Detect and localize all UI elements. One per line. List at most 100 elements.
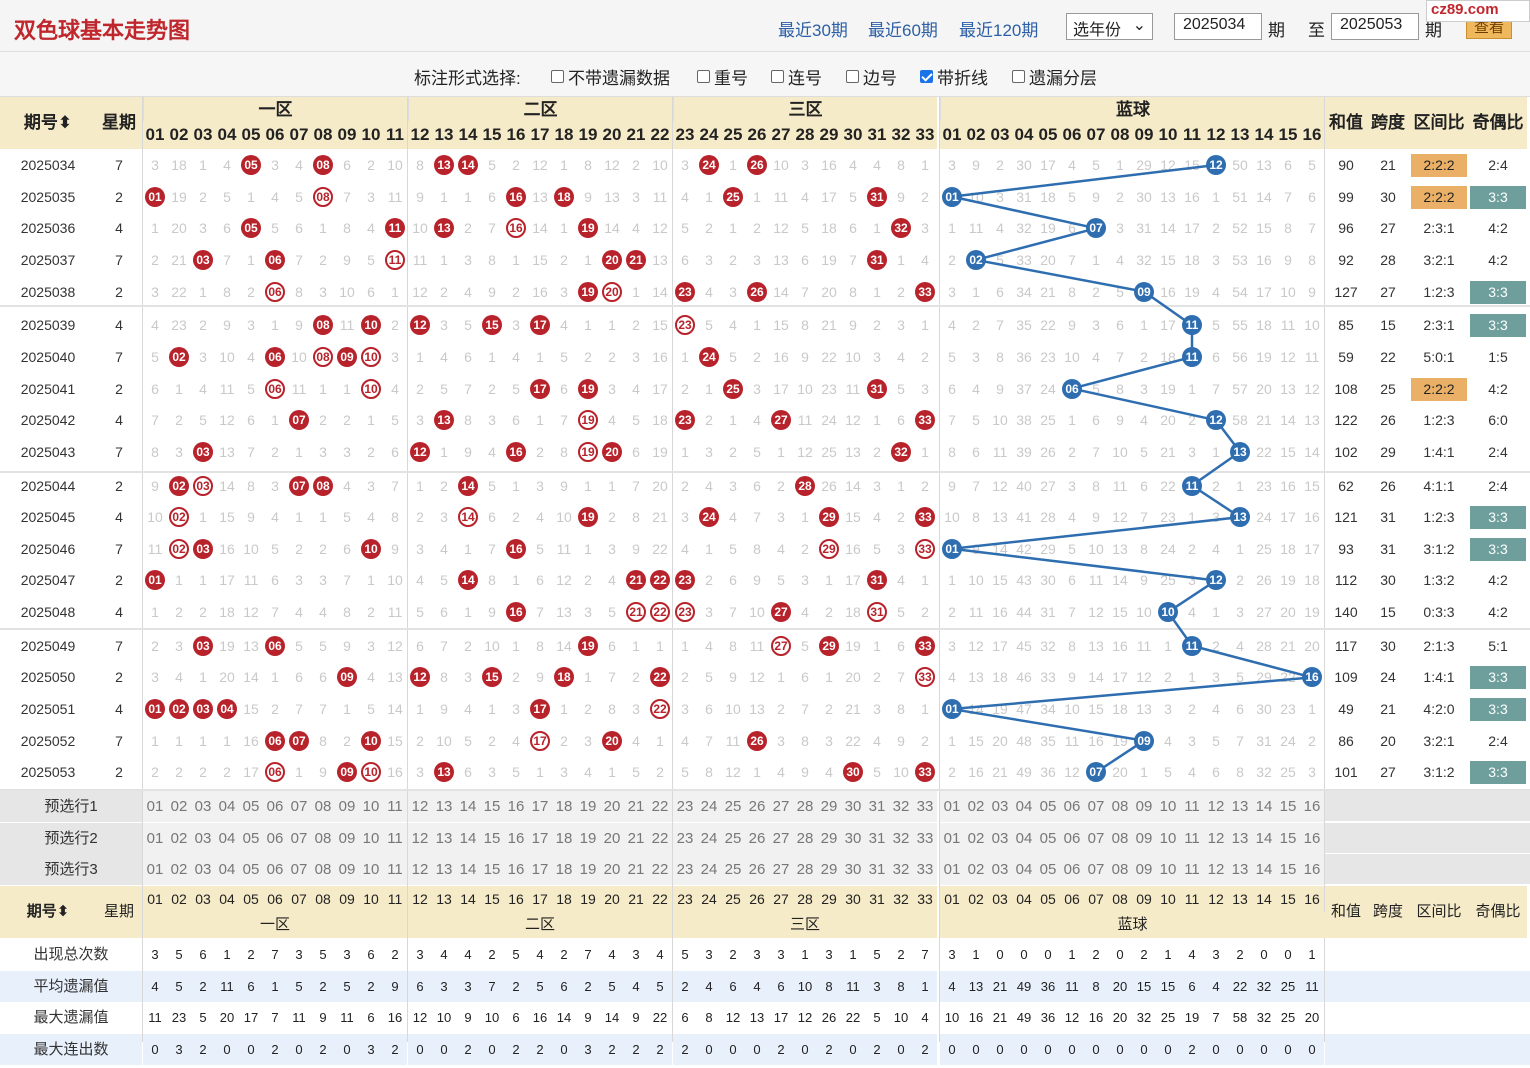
preselect-number[interactable]: 01 [940,791,964,822]
preselect-number[interactable]: 05 [1036,822,1060,854]
preselect-number[interactable]: 07 [287,854,311,885]
issue-header[interactable]: 期号⬍ [0,97,96,149]
preselect-number[interactable]: 16 [504,791,528,822]
preselect-number[interactable]: 30 [841,791,865,822]
preselect-number[interactable]: 04 [215,854,239,885]
preselect-number[interactable]: 33 [913,822,937,854]
preselect-number[interactable]: 06 [1060,791,1084,822]
preselect-number[interactable]: 20 [600,791,624,822]
preselect-number[interactable]: 11 [1180,822,1204,854]
preselect-number[interactable]: 28 [793,822,817,854]
preselect-number[interactable]: 01 [940,822,964,854]
preselect-number[interactable]: 17 [528,854,552,885]
preselect-number[interactable]: 07 [1084,822,1108,854]
preselect-number[interactable]: 10 [359,854,383,885]
preselect-number[interactable]: 14 [1252,791,1276,822]
preselect-number[interactable]: 11 [383,854,407,885]
preselect-number[interactable]: 14 [456,854,480,885]
preselect-number[interactable]: 18 [552,854,576,885]
preselect-number[interactable]: 06 [263,822,287,854]
preselect-number[interactable]: 03 [191,822,215,854]
preselect-number[interactable]: 19 [576,791,600,822]
preselect-number[interactable]: 13 [432,854,456,885]
footer-issue-header[interactable]: 期号⬍ [0,886,96,938]
preselect-number[interactable]: 29 [817,822,841,854]
preselect-number[interactable]: 24 [697,822,721,854]
preselect-number[interactable]: 30 [841,854,865,885]
preselect-number[interactable]: 15 [480,791,504,822]
preselect-number[interactable]: 13 [1228,822,1252,854]
preselect-number[interactable]: 21 [624,854,648,885]
preselect-number[interactable]: 11 [1180,854,1204,885]
preselect-number[interactable]: 02 [964,822,988,854]
preselect-number[interactable]: 02 [964,791,988,822]
preselect-number[interactable]: 33 [913,854,937,885]
preselect-number[interactable]: 08 [1108,822,1132,854]
preselect-number[interactable]: 17 [528,791,552,822]
preselect-number[interactable]: 12 [1204,854,1228,885]
preselect-number[interactable]: 17 [528,822,552,854]
preselect-number[interactable]: 05 [239,791,263,822]
preselect-number[interactable]: 15 [480,854,504,885]
preselect-number[interactable]: 13 [1228,854,1252,885]
preselect-number[interactable]: 01 [940,854,964,885]
preselect-number[interactable]: 16 [1300,822,1324,854]
preselect-number[interactable]: 23 [673,822,697,854]
preselect-number[interactable]: 05 [1036,791,1060,822]
preselect-number[interactable]: 06 [263,791,287,822]
preselect-number[interactable]: 03 [191,791,215,822]
preselect-number[interactable]: 24 [697,854,721,885]
preselect-number[interactable]: 09 [1132,822,1156,854]
preselect-number[interactable]: 05 [239,854,263,885]
preselect-number[interactable]: 21 [624,822,648,854]
preselect-number[interactable]: 11 [383,822,407,854]
preselect-number[interactable]: 23 [673,854,697,885]
preselect-number[interactable]: 01 [143,822,167,854]
preselect-number[interactable]: 10 [359,822,383,854]
preselect-number[interactable]: 04 [1012,854,1036,885]
preselect-number[interactable]: 13 [432,822,456,854]
preselect-number[interactable]: 07 [287,791,311,822]
preselect-number[interactable]: 15 [1276,791,1300,822]
preselect-number[interactable]: 16 [504,822,528,854]
preselect-number[interactable]: 14 [1252,822,1276,854]
preselect-number[interactable]: 10 [1156,854,1180,885]
preselect-number[interactable]: 23 [673,791,697,822]
preselect-number[interactable]: 19 [576,822,600,854]
preselect-number[interactable]: 33 [913,791,937,822]
preselect-number[interactable]: 29 [817,791,841,822]
preselect-number[interactable]: 08 [1108,791,1132,822]
preselect-number[interactable]: 20 [600,822,624,854]
preselect-number[interactable]: 30 [841,822,865,854]
preselect-number[interactable]: 13 [1228,791,1252,822]
preselect-number[interactable]: 20 [600,854,624,885]
preselect-number[interactable]: 27 [769,822,793,854]
preselect-number[interactable]: 32 [889,822,913,854]
preselect-number[interactable]: 09 [335,854,359,885]
preselect-number[interactable]: 15 [480,822,504,854]
preselect-number[interactable]: 26 [745,854,769,885]
preselect-number[interactable]: 02 [167,854,191,885]
preselect-number[interactable]: 02 [167,791,191,822]
preselect-number[interactable]: 27 [769,854,793,885]
preselect-number[interactable]: 28 [793,791,817,822]
preselect-number[interactable]: 15 [1276,822,1300,854]
preselect-number[interactable]: 18 [552,822,576,854]
preselect-number[interactable]: 01 [143,791,167,822]
preselect-number[interactable]: 03 [988,822,1012,854]
preselect-number[interactable]: 16 [1300,854,1324,885]
preselect-number[interactable]: 26 [745,791,769,822]
preselect-number[interactable]: 04 [215,791,239,822]
preselect-number[interactable]: 10 [1156,791,1180,822]
preselect-number[interactable]: 19 [576,854,600,885]
preselect-number[interactable]: 21 [624,791,648,822]
preselect-number[interactable]: 10 [359,791,383,822]
preselect-number[interactable]: 08 [311,822,335,854]
preselect-number[interactable]: 10 [1156,822,1180,854]
preselect-number[interactable]: 08 [1108,854,1132,885]
preselect-number[interactable]: 04 [215,822,239,854]
preselect-number[interactable]: 12 [1204,791,1228,822]
preselect-number[interactable]: 04 [1012,791,1036,822]
preselect-number[interactable]: 22 [648,822,672,854]
preselect-number[interactable]: 12 [408,791,432,822]
